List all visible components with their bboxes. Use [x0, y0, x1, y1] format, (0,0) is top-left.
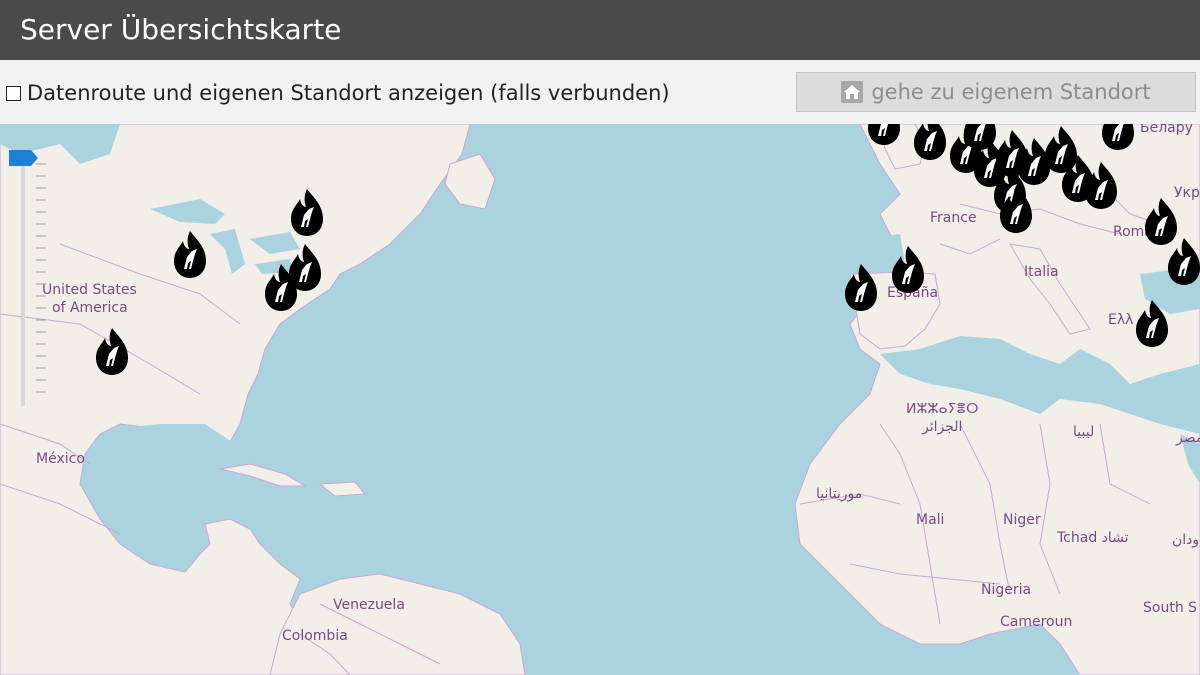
label-ukraine: Укр	[1174, 185, 1200, 201]
go-to-own-location-label: gehe zu eigenem Standort	[871, 80, 1151, 104]
home-icon	[841, 81, 864, 103]
label-algeria-ar: الجزائر	[921, 419, 962, 435]
label-libya: ليبيا	[1073, 424, 1094, 440]
label-france: France	[930, 210, 977, 226]
label-chad: Tchad تشاد	[1056, 530, 1129, 546]
server-map[interactable]: United States of America México Venezuel…	[0, 124, 1200, 675]
label-mexico: México	[36, 451, 85, 467]
label-greece: Ελλ	[1108, 312, 1133, 328]
show-route-checkbox[interactable]	[6, 85, 21, 101]
label-cameroon: Cameroun	[1000, 614, 1072, 630]
go-to-own-location-button[interactable]: gehe zu eigenem Standort	[796, 72, 1196, 112]
server-marker[interactable]	[914, 124, 946, 160]
label-egypt: مصر	[1175, 430, 1200, 446]
label-colombia: Colombia	[282, 628, 348, 644]
page-title: Server Übersichtskarte	[20, 13, 342, 46]
label-sudan: ودان	[1172, 532, 1199, 548]
show-route-label: Datenroute und eigenen Standort anzeigen…	[27, 81, 670, 105]
toolbar: Datenroute und eigenen Standort anzeigen…	[0, 60, 1200, 124]
zoom-slider[interactable]	[0, 124, 46, 424]
label-italia: Italia	[1024, 264, 1059, 280]
label-usa-2: of America	[52, 300, 128, 316]
zoom-ticks	[36, 163, 46, 393]
label-algeria-tifinagh: ⵍⵣⵣⴰⵢⴻⵔ	[906, 401, 978, 417]
label-belarus: Белару	[1140, 124, 1193, 136]
map-canvas[interactable]: United States of America México Venezuel…	[0, 124, 1200, 675]
label-niger: Niger	[1003, 512, 1041, 528]
show-route-toggle[interactable]: Datenroute und eigenen Standort anzeigen…	[6, 80, 670, 106]
zoom-handle[interactable]	[9, 150, 38, 166]
label-mauritania: موريتانيا	[816, 486, 862, 502]
zoom-track[interactable]	[21, 152, 25, 406]
label-mali: Mali	[916, 512, 944, 528]
label-south-sudan: South S	[1143, 600, 1197, 616]
label-nigeria: Nigeria	[981, 582, 1031, 598]
label-venezuela: Venezuela	[333, 597, 405, 613]
title-bar: Server Übersichtskarte	[0, 0, 1200, 60]
label-usa: United States	[42, 282, 137, 298]
